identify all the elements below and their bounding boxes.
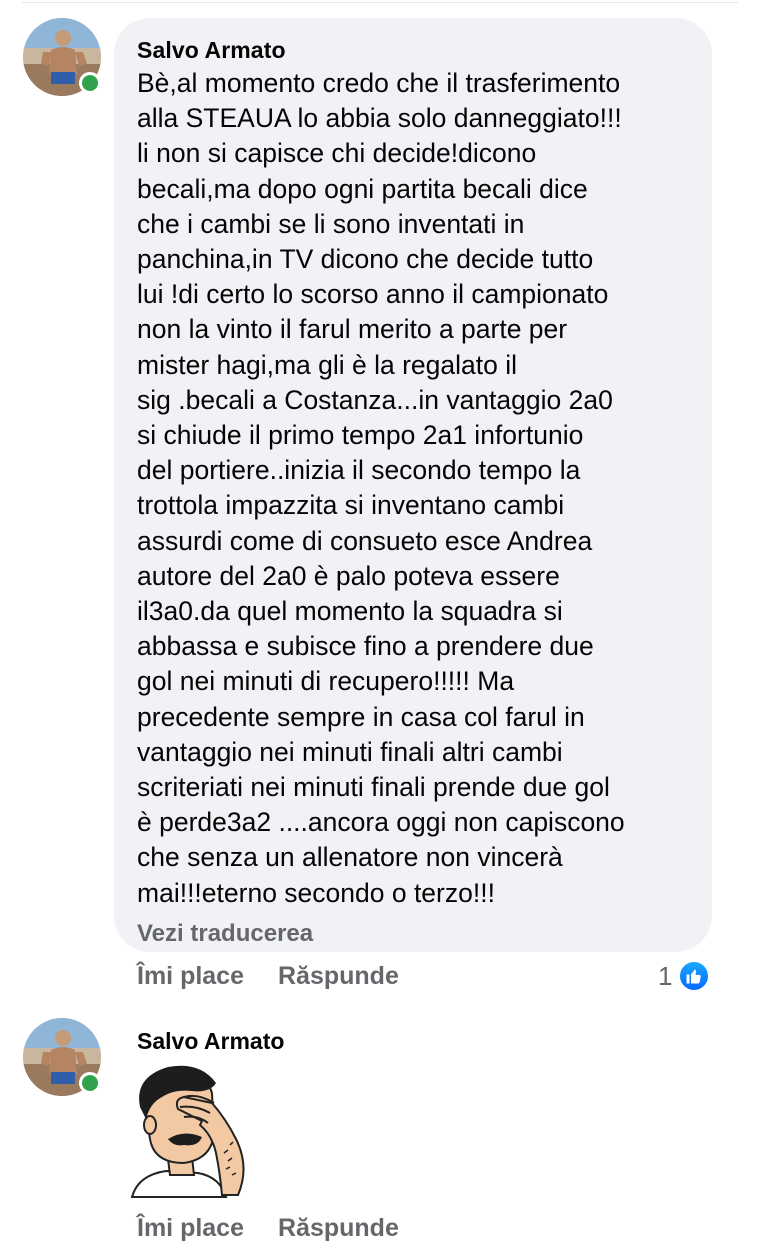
- commenter-avatar[interactable]: [23, 18, 101, 96]
- comment-text: Bè,al momento credo che il trasferimento…: [137, 68, 625, 908]
- top-divider: [22, 2, 738, 3]
- comment-author[interactable]: Salvo Armato: [137, 1027, 284, 1055]
- comment-actions: Îmi place Răspunde: [137, 962, 399, 991]
- reaction-count: 1: [658, 960, 673, 991]
- comment-bubble: Salvo Armato Bè,al momento credo che il …: [114, 18, 712, 952]
- like-button[interactable]: Îmi place: [137, 1214, 244, 1243]
- reply-button[interactable]: Răspunde: [278, 962, 399, 991]
- reaction-summary[interactable]: 1: [658, 960, 711, 992]
- comment-actions: Îmi place Răspunde: [137, 1214, 399, 1243]
- like-icon: [678, 960, 711, 992]
- commenter-avatar[interactable]: [23, 1018, 101, 1096]
- facepalm-sticker[interactable]: [128, 1063, 253, 1198]
- comment-author[interactable]: Salvo Armato: [137, 36, 690, 64]
- reply-button[interactable]: Răspunde: [278, 1214, 399, 1243]
- see-translation-link[interactable]: Vezi traducerea: [137, 919, 690, 949]
- online-status-indicator: [79, 72, 101, 94]
- like-button[interactable]: Îmi place: [137, 962, 244, 991]
- online-status-indicator: [79, 1072, 101, 1094]
